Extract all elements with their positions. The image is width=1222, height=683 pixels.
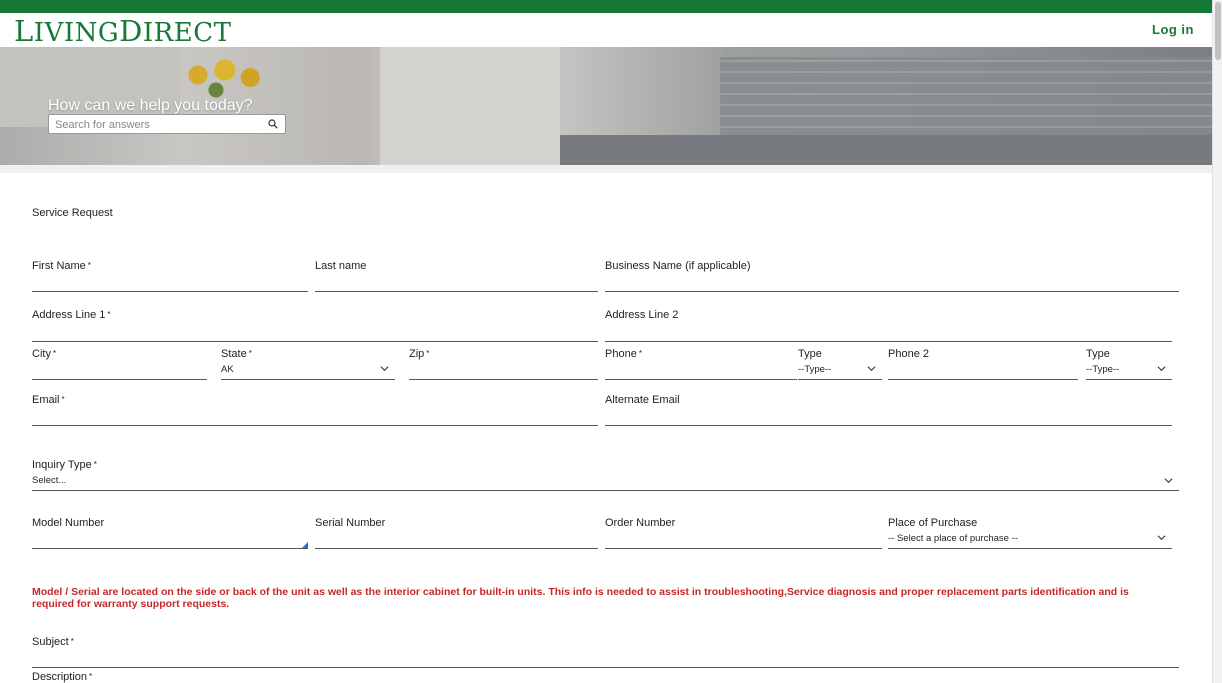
order-number-label: Order Number — [605, 517, 676, 529]
description-field[interactable]: Description * — [32, 670, 1179, 683]
phone-label: Phone — [605, 348, 637, 360]
order-number-field[interactable]: Order Number — [605, 516, 882, 549]
serial-number-field[interactable]: Serial Number — [315, 516, 598, 549]
first-name-field[interactable]: First Name * — [32, 259, 308, 292]
city-field[interactable]: City * — [32, 347, 207, 380]
phone-field[interactable]: Phone * — [605, 347, 797, 380]
email-label: Email — [32, 394, 60, 406]
model-number-label: Model Number — [32, 517, 105, 529]
chevron-down-icon[interactable] — [380, 364, 389, 373]
state-value: AK — [221, 364, 234, 375]
help-title: How can we help you today? — [48, 97, 253, 114]
city-label: City — [32, 348, 51, 360]
subject-field[interactable]: Subject * — [32, 635, 1179, 668]
chevron-down-icon[interactable] — [1157, 364, 1166, 373]
service-request-form: Service Request First Name * Last name Bu… — [0, 173, 1212, 683]
last-name-label: Last name — [315, 260, 367, 272]
inquiry-type-label: Inquiry Type — [32, 459, 92, 471]
inquiry-type-select[interactable]: Inquiry Type * Select... — [32, 458, 1179, 491]
search-icon[interactable] — [268, 119, 278, 129]
chevron-down-icon[interactable] — [1157, 533, 1166, 542]
first-name-label: First Name — [32, 260, 86, 272]
model-serial-note: Model / Serial are located on the side o… — [32, 586, 1129, 610]
hero-banner: How can we help you today? — [0, 47, 1212, 165]
place-of-purchase-label: Place of Purchase — [888, 517, 978, 529]
alternate-email-label: Alternate Email — [605, 394, 680, 406]
phone-type-value: --Type-- — [798, 364, 832, 375]
address-line-1-field[interactable]: Address Line 1 * — [32, 308, 598, 342]
model-number-field[interactable]: Model Number — [32, 516, 308, 549]
phone-2-label: Phone 2 — [888, 348, 929, 360]
zip-field[interactable]: Zip * — [409, 347, 598, 380]
email-field[interactable]: Email * — [32, 393, 598, 426]
living-direct-logo[interactable]: LIVINGDIRECT — [14, 17, 231, 48]
serial-number-label: Serial Number — [315, 517, 386, 529]
search-input[interactable] — [49, 116, 259, 134]
inquiry-type-value: Select... — [32, 475, 67, 486]
resize-handle[interactable] — [302, 542, 308, 548]
phone-2-field[interactable]: Phone 2 — [888, 347, 1078, 380]
address-line-2-label: Address Line 2 — [605, 309, 679, 321]
page-scrollbar[interactable] — [1212, 0, 1222, 683]
description-label: Description — [32, 671, 88, 683]
site-header: LIVINGDIRECT Log in — [0, 13, 1212, 47]
last-name-field[interactable]: Last name — [315, 259, 598, 292]
state-select[interactable]: State * AK — [221, 347, 395, 380]
scrollbar-thumb[interactable] — [1215, 2, 1221, 60]
place-of-purchase-select[interactable]: Place of Purchase -- Select a place of p… — [888, 516, 1172, 549]
top-accent-bar — [0, 0, 1212, 13]
phone-2-type-select[interactable]: Type --Type-- — [1086, 347, 1172, 380]
business-name-label: Business Name (if applicable) — [605, 260, 751, 272]
subject-label: Subject — [32, 636, 69, 648]
chevron-down-icon[interactable] — [867, 364, 876, 373]
address-line-1-label: Address Line 1 — [32, 309, 106, 321]
search-box[interactable] — [48, 114, 286, 134]
login-link[interactable]: Log in — [1152, 22, 1194, 37]
phone-2-type-label: Type — [1086, 348, 1110, 360]
place-of-purchase-value: -- Select a place of purchase -- — [888, 533, 1018, 544]
form-title: Service Request — [32, 207, 113, 219]
zip-label: Zip — [409, 348, 425, 360]
alternate-email-field[interactable]: Alternate Email — [605, 393, 1172, 426]
chevron-down-icon[interactable] — [1164, 476, 1173, 485]
address-line-2-field[interactable]: Address Line 2 — [605, 308, 1172, 342]
phone-2-type-value: --Type-- — [1086, 364, 1120, 375]
business-name-field[interactable]: Business Name (if applicable) — [605, 259, 1179, 292]
phone-type-select[interactable]: Type --Type-- — [798, 347, 882, 380]
phone-type-label: Type — [798, 348, 822, 360]
state-label: State — [221, 348, 247, 360]
